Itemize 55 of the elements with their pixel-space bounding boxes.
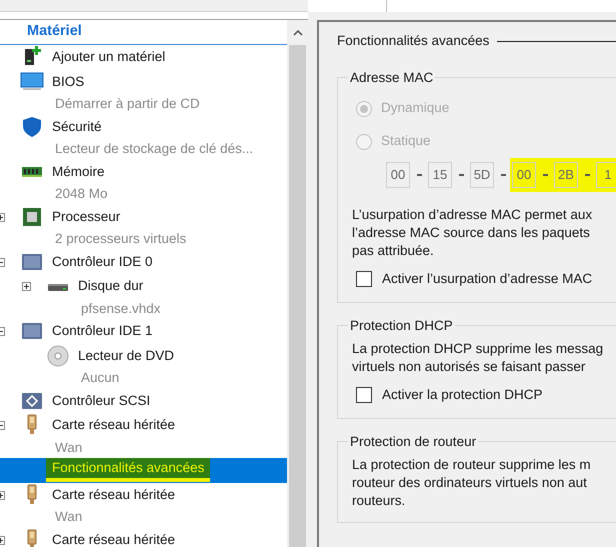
drive-icon [48,284,68,291]
dash-icon [500,174,506,176]
tree-item[interactable]: Contrôleur SCSI [52,390,150,411]
description-line: L’usurpation d’adresse MAC permet aux [352,206,594,224]
scrollbar[interactable] [287,20,308,547]
scroll-thumb[interactable] [289,45,306,547]
item-detail: Démarrer à partir de CD [55,95,200,114]
item-detail: 2 processeurs virtuels [55,230,186,248]
description-line: La protection de routeur supprime les m [352,456,592,474]
item-detail: Wan [55,438,82,457]
mac-field[interactable]: 1 [596,162,616,188]
tree-item[interactable]: Contrôleur IDE 1 [52,321,153,342]
item-detail: Wan [55,508,82,526]
description-line: routeur des ordinateurs virtuels non aut [352,474,588,492]
item-detail: Lecteur de stockage de clé dés... [55,140,254,158]
tree-item[interactable]: Contrôleur IDE 0 [52,252,153,272]
radio-label: Dynamique [381,99,450,118]
mac-field[interactable]: 00 [386,162,410,188]
section-title: Fonctionnalités avancées [337,32,490,50]
description-line: l’adresse MAC source dans les paquets [352,224,591,242]
mac-field[interactable]: 2B [554,162,578,188]
item-detail: 2048 Mo [55,185,108,204]
shield-icon [20,114,44,139]
tree-item[interactable]: Ajouter un matériel [52,47,166,68]
dash-icon [458,174,464,176]
tree-item[interactable]: Carte réseau héritée [52,415,176,436]
tree-item[interactable]: Carte réseau héritée [52,530,176,547]
item-detail: pfsense.vhdx [81,300,161,318]
description-line: La protection DHCP supprime les messag [352,340,604,358]
dash-icon [542,174,548,176]
tree-item[interactable]: Mémoire [52,162,105,182]
checkbox-label: Activer la protection DHCP [382,386,543,404]
description-line: routeurs. [352,492,406,510]
description-line: virtuels non autorisés se faisant passer [352,358,586,376]
tree-item[interactable]: Disque dur [78,276,144,296]
item-detail: Aucun [81,369,120,388]
mac-field[interactable]: 00 [512,162,536,188]
dash-icon [584,174,590,176]
tree-item[interactable]: Processeur [52,206,120,227]
tree-item[interactable]: Sécurité [52,116,102,137]
description-line: pas attribuée. [352,242,435,260]
mac-field[interactable]: 5D [470,162,494,188]
section-header: Matériel [27,22,82,42]
checkbox-label: Activer l’usurpation d’adresse MAC [382,270,592,288]
mac-field[interactable]: 15 [428,162,452,188]
checkbox[interactable] [356,271,372,287]
tree-item[interactable]: Fonctionnalités avancées [0,458,287,482]
disc-icon [46,344,70,368]
expander-icon[interactable] [22,282,31,291]
tree-item[interactable]: Lecteur de DVD [78,346,174,366]
tree-item[interactable]: Carte réseau héritée [52,484,176,505]
checkbox[interactable] [356,387,372,403]
radio-label: Statique [381,132,431,150]
dash-icon [416,174,422,176]
tree-item[interactable]: BIOS [52,72,84,92]
